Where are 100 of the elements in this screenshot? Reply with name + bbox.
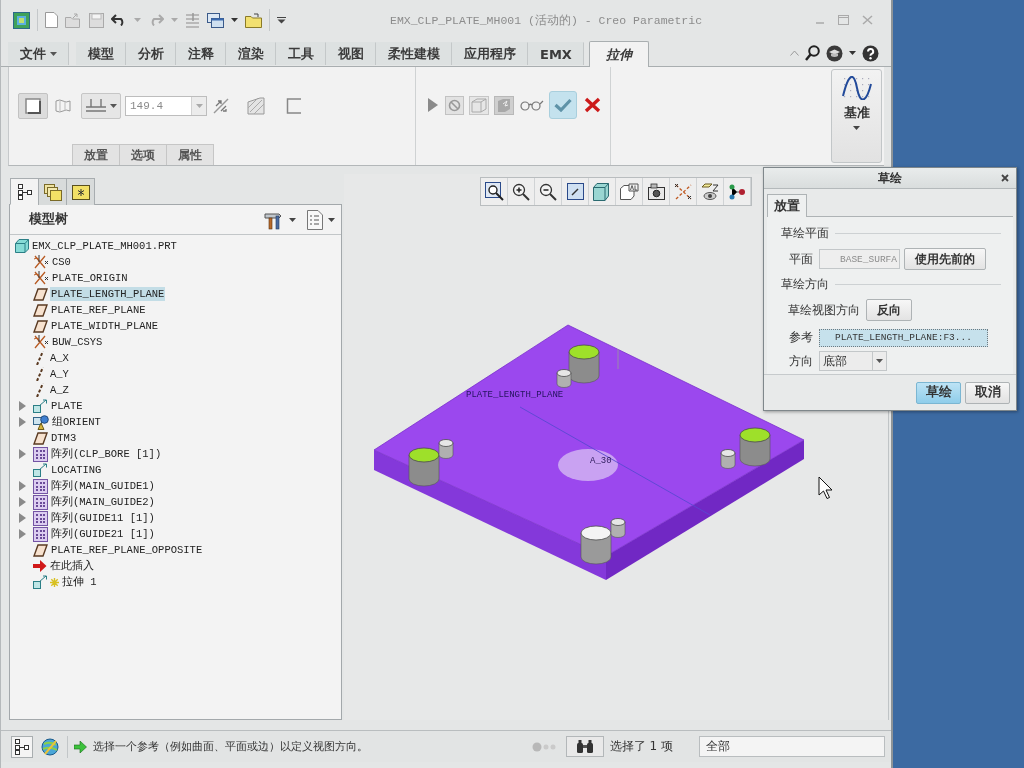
expand-triangle-icon[interactable] xyxy=(19,481,26,491)
parallelogram-icon xyxy=(33,543,48,557)
tree-item[interactable]: PLATE_WIDTH_PLANE xyxy=(50,319,160,333)
labeled-box-icon xyxy=(619,182,639,201)
panel-title: 模型树 xyxy=(29,211,68,228)
datum-button[interactable]: 基准 xyxy=(831,69,882,163)
bracket-icon[interactable] xyxy=(286,97,302,114)
extrude-box-icon xyxy=(33,463,48,477)
caret-icon[interactable] xyxy=(289,217,296,222)
options-tab[interactable]: 选项 xyxy=(119,144,167,165)
caret-icon[interactable] xyxy=(328,217,335,222)
parallelogram-icon xyxy=(33,287,48,301)
tree-item[interactable]: 拉伸 1 xyxy=(61,575,98,589)
ribbon-tab[interactable]: 工具 xyxy=(276,42,326,65)
ribbon-tab[interactable]: 视图 xyxy=(326,42,376,65)
direction-dropdown[interactable]: 底部 xyxy=(819,351,887,372)
expand-triangle-icon[interactable] xyxy=(19,401,26,411)
flip-button[interactable]: 反向 xyxy=(866,299,912,322)
tree-item[interactable]: 阵列(CLP_BORE [1]) xyxy=(50,447,163,461)
play-icon[interactable] xyxy=(428,98,438,112)
tree-item[interactable]: PLATE_ORIGIN xyxy=(51,271,129,285)
sine-wave-icon xyxy=(841,76,872,100)
tree-item[interactable]: A_X xyxy=(49,351,70,365)
tree-item[interactable]: 组ORIENT xyxy=(51,415,102,429)
expand-triangle-icon[interactable] xyxy=(19,449,26,459)
tree-toggle-button[interactable] xyxy=(11,735,33,758)
tree-item[interactable]: DTM3 xyxy=(50,431,78,445)
folder-icon[interactable] xyxy=(245,12,262,28)
ribbon-tab[interactable]: 应用程序 xyxy=(452,42,528,65)
ribbon-tab[interactable]: 拉伸 xyxy=(588,41,649,67)
tree-item[interactable]: LOCATING xyxy=(50,463,103,477)
windows-icon[interactable] xyxy=(207,12,224,28)
app-logo-icon[interactable] xyxy=(13,11,30,29)
expand-triangle-icon[interactable] xyxy=(19,417,26,427)
tree-item[interactable]: 阵列(GUIDE11 [1]) xyxy=(50,511,156,525)
ribbon-tab[interactable]: 柔性建模 xyxy=(376,42,452,65)
caret-icon[interactable] xyxy=(849,51,856,55)
dialog-tab[interactable]: 放置 xyxy=(767,194,807,217)
ribbon-tab[interactable]: EMX xyxy=(528,42,584,65)
tree-item[interactable]: 阵列(GUIDE21 [1]) xyxy=(50,527,156,541)
panel-tab[interactable] xyxy=(10,178,39,205)
shaded-cube-icon xyxy=(593,182,611,201)
depth-field[interactable]: 149.4 xyxy=(125,95,207,116)
caret-icon[interactable] xyxy=(853,126,860,130)
tree-item[interactable]: PLATE_REF_PLANE xyxy=(50,303,147,317)
tree-item[interactable]: EMX_CLP_PLATE_MH001.PRT xyxy=(31,239,178,253)
ribbon-tab[interactable]: 分析 xyxy=(126,42,176,65)
expand-triangle-icon[interactable] xyxy=(19,497,26,507)
tree-item[interactable]: 阵列(MAIN_GUIDE1) xyxy=(50,479,156,493)
caret-icon[interactable] xyxy=(50,52,57,56)
tree-item[interactable]: A_Z xyxy=(49,383,70,397)
close-icon[interactable] xyxy=(1001,174,1009,182)
graduation-cap-icon[interactable] xyxy=(826,44,843,62)
ribbon-tab[interactable]: 注释 xyxy=(176,42,226,65)
tree-item[interactable]: PLATE_REF_PLANE_OPPOSITE xyxy=(50,543,204,557)
panel-tab[interactable] xyxy=(66,178,95,205)
tree-item[interactable]: CS0 xyxy=(51,255,72,269)
ribbon-tab[interactable]: 文件 xyxy=(8,42,69,65)
ribbon-tab[interactable]: 渲染 xyxy=(226,42,276,65)
depth-options-button[interactable] xyxy=(81,92,121,119)
options-tab[interactable]: 放置 xyxy=(72,144,120,165)
tree-item[interactable]: 阵列(MAIN_GUIDE2) xyxy=(50,495,156,509)
caret-icon xyxy=(876,359,883,364)
caret-icon[interactable] xyxy=(231,18,238,22)
find-button[interactable] xyxy=(565,736,604,757)
options-tab[interactable]: 属性 xyxy=(166,144,214,165)
tree-item[interactable]: BUW_CSYS xyxy=(51,335,104,349)
tree-item[interactable]: 在此插入 xyxy=(49,559,95,573)
crossed-axes-icon xyxy=(33,271,49,285)
help-icon[interactable] xyxy=(862,44,879,62)
document-list-icon[interactable] xyxy=(307,209,323,230)
use-previous-button[interactable]: 使用先前的 xyxy=(904,248,986,271)
expand-triangle-icon[interactable] xyxy=(19,513,26,523)
blank-page-icon[interactable] xyxy=(45,12,58,28)
solid-button[interactable] xyxy=(18,92,48,119)
menu-caret-icon[interactable] xyxy=(277,16,286,24)
cross-icon[interactable] xyxy=(584,97,601,113)
dialog-button[interactable]: 取消 xyxy=(965,381,1010,404)
tree-item[interactable]: PLATE xyxy=(50,399,84,413)
star-folder-icon xyxy=(71,184,90,200)
selection-count: 选择了 1 项 xyxy=(609,738,673,755)
diagonal-arrows-icon[interactable] xyxy=(212,96,230,115)
section-heading: 草绘方向 xyxy=(781,276,829,294)
glasses-icon[interactable] xyxy=(520,99,544,111)
dialog-button[interactable]: 草绘 xyxy=(916,381,961,404)
expand-triangle-icon[interactable] xyxy=(19,529,26,539)
tree-item[interactable]: PLATE_LENGTH_PLANE xyxy=(50,287,166,301)
globe-button[interactable] xyxy=(39,735,61,758)
extrude-box-icon xyxy=(33,575,48,589)
reference-field[interactable]: PLATE_LENGTH_PLANE:F3... xyxy=(819,328,988,347)
caret-icon[interactable] xyxy=(110,103,117,108)
search-icon[interactable] xyxy=(805,45,820,61)
ribbon-tab[interactable]: 模型 xyxy=(76,42,126,65)
no-entry-icon[interactable] xyxy=(445,95,464,115)
axis-label: A_30 xyxy=(590,456,612,466)
confirm-button[interactable] xyxy=(549,91,577,119)
window-title: EMX_CLP_PLATE_MH001 (活动的) - Creo Parametric xyxy=(390,12,703,28)
tree-item[interactable]: A_Y xyxy=(49,367,70,381)
pattern-grid-icon xyxy=(33,478,48,494)
selection-filter-dropdown[interactable]: 全部 xyxy=(699,736,885,757)
